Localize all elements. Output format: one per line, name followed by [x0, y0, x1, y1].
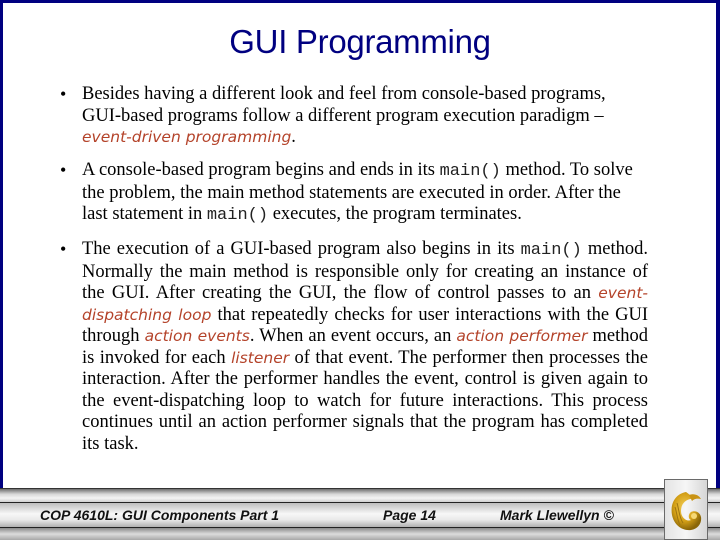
- highlighted-term: listener: [231, 348, 290, 367]
- logo-box: [664, 479, 708, 540]
- bullet-text: A console-based program begins and ends …: [82, 160, 648, 227]
- code-term: main(): [520, 241, 582, 260]
- highlighted-term: action events: [144, 327, 250, 345]
- bullet-text: The execution of a GUI-based program als…: [82, 239, 648, 455]
- bullet-dot: •: [60, 84, 67, 104]
- bullet-dot: •: [60, 160, 67, 180]
- slide-title: GUI Programming: [229, 23, 491, 60]
- text-run: A console-based program begins and ends …: [82, 160, 440, 180]
- highlighted-term: action performer: [456, 327, 588, 345]
- code-term: main(): [439, 162, 501, 181]
- footer-course: COP 4610L: GUI Components Part 1: [40, 507, 280, 523]
- text-run: .: [291, 127, 296, 147]
- footer-bottom-bar: [0, 528, 720, 540]
- bullet-dot: •: [60, 239, 67, 259]
- pegasus-logo-icon: [671, 492, 702, 531]
- footer-page-number: Page 14: [383, 507, 436, 523]
- text-run: executes, the program terminates.: [268, 204, 522, 224]
- highlighted-term: event-driven programming: [82, 128, 292, 146]
- text-run: Besides having a different look and feel…: [82, 84, 606, 126]
- text-run: The execution of a GUI-based program als…: [82, 239, 521, 259]
- footer-author: Mark Llewellyn ©: [500, 507, 614, 523]
- code-term: main(): [206, 206, 269, 225]
- footer-top-bar: [0, 488, 720, 502]
- bullet-text: Besides having a different look and feel…: [82, 84, 648, 149]
- text-run: . When an event occurs, an: [249, 326, 457, 346]
